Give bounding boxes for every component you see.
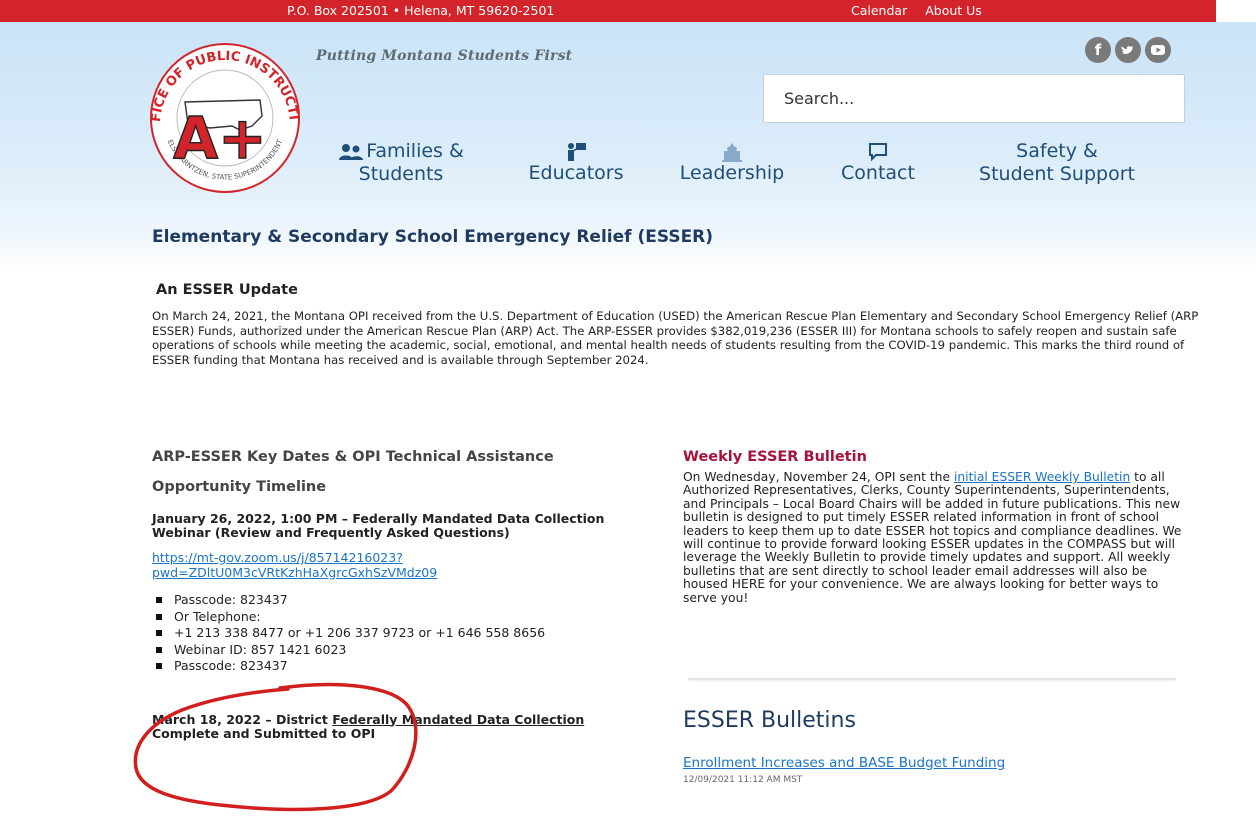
top-links: Calendar About Us	[851, 3, 996, 18]
opi-logo[interactable]: OFFICE OF PUBLIC INSTRUCTION ELSIE ARNTZ…	[140, 30, 310, 195]
tagline: Putting Montana Students First	[316, 48, 573, 64]
weekly-bulletin-section: Weekly ESSER Bulletin On Wednesday, Nove…	[683, 449, 1193, 605]
search-input[interactable]: Search...	[763, 74, 1185, 123]
nav-contact[interactable]: Contact	[832, 142, 924, 185]
event-january-title: January 26, 2022, 1:00 PM – Federally Ma…	[152, 512, 632, 540]
annotation-circle	[133, 682, 418, 812]
list-item: +1 213 338 8477 or +1 206 337 9723 or +1…	[152, 625, 632, 642]
top-bar: P.O. Box 202501 • Helena, MT 59620-2501 …	[0, 0, 1216, 22]
nav-leadership-label: Leadership	[679, 162, 785, 184]
zoom-link[interactable]: https://mt-gov.zoom.us/j/85714216023? pw…	[152, 550, 632, 581]
bulletin-item-link[interactable]: Enrollment Increases and BASE Budget Fun…	[683, 755, 1005, 771]
initial-bulletin-link[interactable]: initial ESSER Weekly Bulletin	[954, 470, 1130, 484]
bulletin-text-start: On Wednesday, November 24, OPI sent the	[683, 470, 954, 484]
nav-leadership[interactable]: Leadership	[672, 142, 792, 185]
twitter-icon[interactable]	[1115, 37, 1141, 63]
about-us-link[interactable]: About Us	[925, 3, 982, 18]
nav-educators-label: Educators	[528, 162, 624, 184]
nav-families-line1: Families &	[366, 140, 464, 162]
divider	[688, 678, 1176, 680]
nav-educators[interactable]: Educators	[520, 142, 632, 185]
capitol-icon	[722, 143, 742, 162]
weekly-bulletin-heading: Weekly ESSER Bulletin	[683, 449, 867, 465]
address-text: P.O. Box 202501 • Helena, MT 59620-2501	[287, 3, 555, 18]
nav-contact-label: Contact	[841, 162, 915, 184]
calendar-link[interactable]: Calendar	[851, 3, 907, 18]
list-item: Passcode: 823437	[152, 592, 632, 609]
update-heading: An ESSER Update	[156, 282, 298, 298]
list-item: Webinar ID: 857 1421 6023	[152, 642, 632, 659]
nav-families-line2: Students	[358, 163, 444, 185]
nav-safety-support[interactable]: Safety & Student Support	[962, 140, 1152, 186]
event-january-line1: January 26, 2022, 1:00 PM – Federally Ma…	[152, 511, 605, 526]
weekly-bulletin-text: On Wednesday, November 24, OPI sent the …	[683, 470, 1193, 605]
nav-families-students[interactable]: Families & Students	[336, 140, 466, 186]
event-january-line2: Webinar (Review and Frequently Asked Que…	[152, 525, 510, 540]
users-icon	[339, 143, 364, 160]
youtube-icon[interactable]	[1145, 37, 1171, 63]
facebook-icon[interactable]: f	[1085, 37, 1111, 63]
webinar-details-list: Passcode: 823437 Or Telephone: +1 213 33…	[152, 592, 632, 675]
esser-bulletins-heading: ESSER Bulletins	[683, 708, 856, 733]
list-item: Or Telephone:	[152, 609, 632, 626]
timeline-heading-line2: Opportunity Timeline	[152, 479, 327, 495]
logo-grade: A+	[173, 104, 267, 172]
zoom-link-line1[interactable]: https://mt-gov.zoom.us/j/85714216023?	[152, 550, 632, 566]
update-body: On March 24, 2021, the Montana OPI recei…	[152, 309, 1199, 367]
bulletin-item-date: 12/09/2021 11:12 AM MST	[683, 775, 803, 785]
nav-safety-line2: Student Support	[979, 163, 1135, 185]
zoom-link-line2[interactable]: pwd=ZDltU0M3cVRtKzhHaXgrcGxhSzVMdz09	[152, 565, 632, 581]
nav-safety-line1: Safety &	[1016, 140, 1098, 162]
list-item: Passcode: 823437	[152, 658, 632, 675]
chat-icon	[869, 143, 887, 162]
teacher-icon	[568, 143, 586, 161]
page-title: Elementary & Secondary School Emergency …	[152, 227, 714, 247]
timeline-heading-line1: ARP-ESSER Key Dates & OPI Technical Assi…	[152, 449, 554, 465]
bulletin-text-rest: to all Authorized Representatives, Clerk…	[683, 470, 1182, 605]
